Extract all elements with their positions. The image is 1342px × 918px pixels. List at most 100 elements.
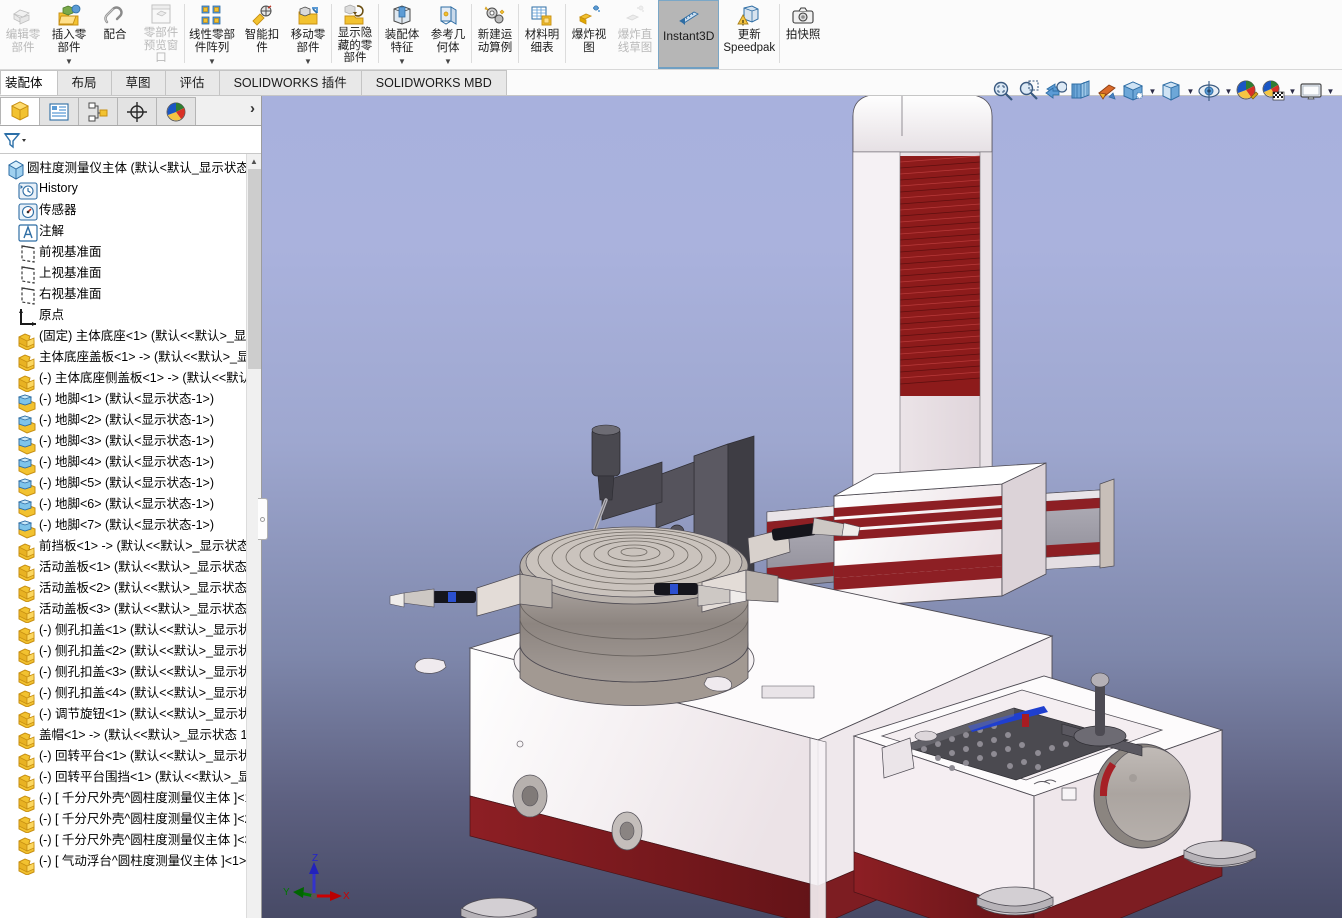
tree-node[interactable]: (-) 侧孔扣盖<1> (默认<<默认>_显示状 [0, 618, 261, 644]
tree-node[interactable]: (-) 地脚<3> (默认<显示状态-1>) [0, 429, 261, 455]
tree-node[interactable]: 前挡板<1> -> (默认<<默认>_显示状态 [0, 534, 261, 560]
tree-node[interactable]: 活动盖板<1> (默认<<默认>_显示状态 [0, 555, 261, 581]
expand-panel-chevron-icon[interactable]: › [250, 100, 255, 117]
design-tree[interactable]: 圆柱度测量仪主体 (默认<默认_显示状态-1> History 传感器 注解 前… [0, 154, 261, 918]
tree-node[interactable]: 前视基准面 [0, 240, 261, 263]
triad-y-label: Y [283, 887, 290, 898]
tree-node[interactable]: (-) 地脚<1> (默认<显示状态-1>) [0, 387, 261, 413]
tree-node[interactable]: 原点 [0, 303, 261, 326]
tree-node[interactable]: (-) [ 千分尺外壳^圆柱度测量仪主体 ]<1 [0, 786, 261, 812]
tree-node[interactable]: (-) 主体底座侧盖板<1> -> (默认<<默认 [0, 366, 261, 392]
tree-node[interactable]: (-) 侧孔扣盖<2> (默认<<默认>_显示状 [0, 639, 261, 665]
tree-filter-bar[interactable] [0, 126, 261, 154]
part-blue-icon [16, 431, 36, 455]
ribbon-button-move-component[interactable]: 移动零 部件 ▼ [285, 0, 331, 69]
chevron-down-icon[interactable]: ▼ [1185, 79, 1196, 103]
chevron-down-icon[interactable]: ▼ [304, 58, 312, 69]
tree-node[interactable]: (-) 回转平台围挡<1> (默认<<默认>_显 [0, 765, 261, 791]
tree-node[interactable]: (-) 侧孔扣盖<3> (默认<<默认>_显示状 [0, 660, 261, 686]
tree-node[interactable]: (-) 侧孔扣盖<4> (默认<<默认>_显示状 [0, 681, 261, 707]
tab-evaluate[interactable]: 评估 [164, 70, 220, 95]
tree-node[interactable]: 活动盖板<3> (默认<<默认>_显示状态 [0, 597, 261, 623]
view-toolbar-zoom-to-area[interactable] [1017, 79, 1042, 103]
tree-node[interactable]: (固定) 主体底座<1> (默认<<默认>_显 [0, 324, 261, 350]
view-toolbar-section-view[interactable] [1069, 79, 1094, 103]
tree-node[interactable]: (-) 地脚<2> (默认<显示状态-1>) [0, 408, 261, 434]
tree-node[interactable]: (-) 调节旋钮<1> (默认<<默认>_显示状 [0, 702, 261, 728]
ribbon-button-insert-component[interactable]: 插入零 部件 ▼ [46, 0, 92, 69]
tree-node[interactable]: (-) 地脚<6> (默认<显示状态-1>) [0, 492, 261, 518]
ribbon-button-update-speedpak[interactable]: 更新 Speedpak [719, 0, 779, 69]
ribbon-button-smart-fasteners[interactable]: 智能扣 件 [239, 0, 285, 69]
dimxpert-manager-tab[interactable] [117, 97, 157, 125]
chevron-down-icon[interactable]: ▼ [65, 58, 73, 69]
feature-manager-design-tree-tab[interactable] [0, 97, 40, 125]
tree-node[interactable]: (-) [ 千分尺外壳^圆柱度测量仪主体 ]<2 [0, 807, 261, 833]
ribbon-button-label: 装配体 特征 [384, 29, 420, 54]
tree-node[interactable]: 主体底座盖板<1> -> (默认<<默认>_显 [0, 345, 261, 371]
scrollbar-thumb[interactable] [248, 169, 261, 369]
view-toolbar-apply-scene[interactable] [1261, 79, 1286, 103]
panel-splitter-handle[interactable] [258, 498, 268, 540]
view-toolbar-view-orientation[interactable] [1095, 79, 1120, 103]
view-toolbar-edit-appearance[interactable] [1235, 79, 1260, 103]
property-manager-tab[interactable] [39, 97, 79, 125]
ribbon-button-bill-of-materials[interactable]: 材料明 细表 [519, 0, 565, 69]
configuration-manager-tab[interactable] [78, 97, 118, 125]
tree-root-node[interactable]: 圆柱度测量仪主体 (默认<默认_显示状态-1> [0, 156, 261, 180]
ribbon-button-mate[interactable]: 配合 [92, 0, 138, 69]
view-toolbar-hide-show-items[interactable] [1197, 79, 1222, 103]
chevron-down-icon[interactable]: ▼ [444, 58, 452, 69]
tab-sketch[interactable]: 草图 [110, 70, 166, 95]
ribbon-button-new-motion-study[interactable]: 新建运 动算例 [472, 0, 518, 69]
chevron-down-icon[interactable]: ▼ [1147, 79, 1158, 103]
tree-node[interactable]: 盖帽<1> -> (默认<<默认>_显示状态 1 [0, 723, 261, 749]
tab-layout[interactable]: 布局 [56, 70, 112, 95]
chevron-down-icon[interactable]: ▼ [1325, 79, 1336, 103]
tab-assembly[interactable]: 装配体 [0, 70, 58, 95]
ribbon-button-instant3d[interactable]: Instant3D [658, 0, 720, 69]
view-toolbar-previous-view[interactable] [1043, 79, 1068, 103]
tab-solidworks-mbd[interactable]: SOLIDWORKS MBD [360, 70, 507, 95]
display-manager-tab[interactable] [156, 97, 196, 125]
tree-node[interactable]: (-) 地脚<5> (默认<显示状态-1>) [0, 471, 261, 497]
tree-node[interactable]: (-) 地脚<7> (默认<显示状态-1>) [0, 513, 261, 539]
tree-node[interactable]: 传感器 [0, 198, 261, 221]
ribbon-button-exploded-view[interactable]: 爆炸视 图 [566, 0, 612, 69]
tree-node[interactable]: (-) 地脚<4> (默认<显示状态-1>) [0, 450, 261, 476]
part-yellow-icon [16, 578, 36, 602]
ribbon-button-linear-component-pattern[interactable]: 线性零部 件阵列 ▼ [185, 0, 239, 69]
chevron-down-icon[interactable]: ▼ [398, 58, 406, 69]
chevron-down-icon[interactable]: ▼ [1223, 79, 1234, 103]
show-hidden-components-icon [343, 2, 367, 26]
tree-node[interactable]: 上视基准面 [0, 261, 261, 284]
ribbon-button-reference-geometry[interactable]: 参考几 何体 ▼ [425, 0, 471, 69]
ribbon-button-label: 线性零部 件阵列 [189, 29, 235, 54]
view-toolbar-zoom-to-fit[interactable] [991, 79, 1016, 103]
filter-funnel-icon[interactable] [2, 130, 28, 150]
ribbon-button-assembly-features[interactable]: 装配体 特征 ▼ [379, 0, 425, 69]
tree-node-label: 上视基准面 [39, 266, 102, 280]
ribbon-button-label: 编辑零 部件 [5, 29, 41, 54]
graphics-viewport[interactable]: Z X Y [262, 96, 1342, 918]
chevron-down-icon[interactable]: ▼ [1287, 79, 1298, 103]
exploded-view-icon [577, 2, 601, 28]
view-toolbar-view-settings[interactable] [1299, 79, 1324, 103]
tree-node[interactable]: (-) [ 千分尺外壳^圆柱度测量仪主体 ]<3 [0, 828, 261, 854]
tree-node[interactable]: (-) 回转平台<1> (默认<<默认>_显示状 [0, 744, 261, 770]
insert-component-icon [57, 2, 81, 28]
tree-node[interactable]: 右视基准面 [0, 282, 261, 305]
view-toolbar-view-orientation-cube[interactable] [1121, 79, 1146, 103]
tab-solidworks-addins[interactable]: SOLIDWORKS 插件 [218, 70, 362, 95]
linear-component-pattern-icon [201, 5, 221, 25]
ribbon-button-show-hidden-components[interactable]: 显示隐 藏的零 部件 [332, 0, 378, 69]
tree-node[interactable]: 活动盖板<2> (默认<<默认>_显示状态 [0, 576, 261, 602]
ribbon-button-take-snapshot[interactable]: 拍快照 [780, 0, 826, 69]
tree-node[interactable]: (-) [ 气动浮台^圆柱度测量仪主体 ]<1> [0, 849, 261, 875]
tree-node[interactable]: 注解 [0, 219, 261, 242]
roundness-measuring-instrument-model[interactable] [262, 96, 1342, 918]
tree-node[interactable]: History [0, 177, 261, 200]
scroll-up-arrow-icon[interactable]: ▲ [247, 154, 261, 169]
chevron-down-icon[interactable]: ▼ [208, 58, 216, 69]
view-toolbar-display-style[interactable] [1159, 79, 1184, 103]
